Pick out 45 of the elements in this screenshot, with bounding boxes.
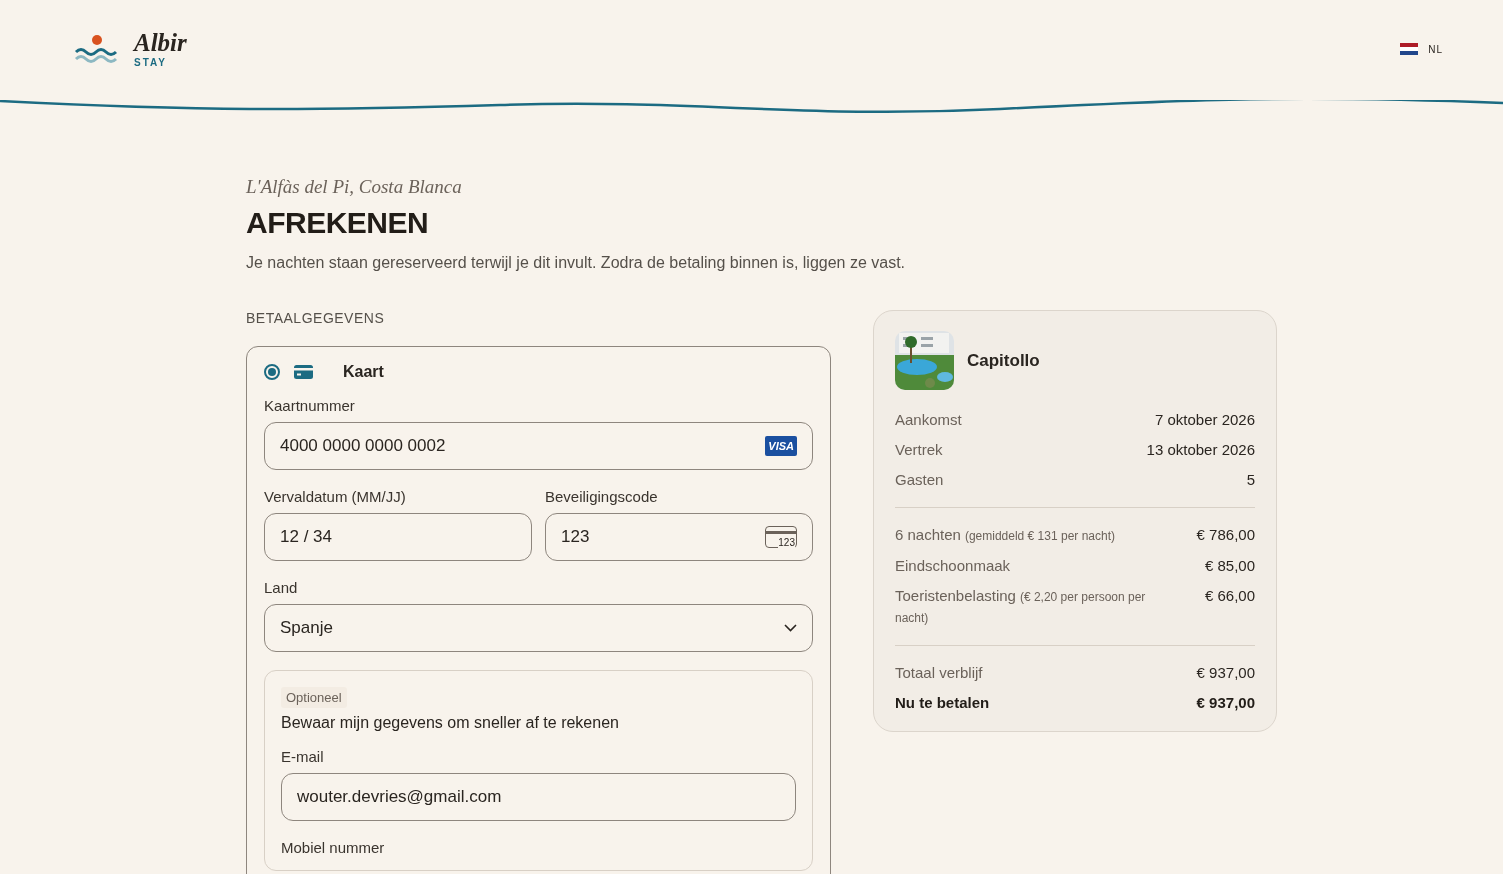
detail-label: Gasten <box>895 470 944 490</box>
subtitle-text: Je nachten staan gereserveerd terwijl je dit invult. Zodra de betaling binnen is, liggen ze vast. <box>246 254 907 272</box>
cvc-card-icon: 123 <box>765 526 797 548</box>
radio-button[interactable] <box>264 364 280 380</box>
section-label: BETAALGEGEVENS <box>246 310 386 326</box>
field-label: Beveiligingscode <box>545 488 659 505</box>
card-brand-logo: VISA <box>765 436 797 456</box>
detail-value: 13 oktober 2026 <box>1146 440 1255 460</box>
cost-label: Toeristenbelasting (€ 2,20 per persoon per nacht) <box>895 586 1147 627</box>
flag-icon <box>1400 43 1419 55</box>
cost-label: Eindschoonmaak <box>895 556 1011 576</box>
detail-value: 7 oktober 2026 <box>1154 410 1255 430</box>
detail-value: 5 <box>1246 470 1255 490</box>
total-label: Nu te betalen <box>895 693 990 713</box>
detail-label: Vertrek <box>895 440 943 460</box>
field-label: Kaartnummer <box>264 397 356 414</box>
security-code-field[interactable]: 123 123 <box>545 513 813 561</box>
page-title: AFREKENEN <box>246 206 430 240</box>
chevron-down-icon <box>784 624 797 632</box>
field-label: Mobiel nummer <box>281 839 386 856</box>
total-value: € 937,00 <box>1196 663 1255 683</box>
brand-name: Albir <box>134 30 187 56</box>
save-details-title: Bewaar mijn gegevens om sneller af te rekenen <box>281 714 620 732</box>
property-name: Capitollo <box>967 350 1040 371</box>
total-value: € 937,00 <box>1196 693 1255 713</box>
total-label: Totaal verblijf <box>895 663 983 683</box>
field-label: Land <box>264 579 299 596</box>
field-label: E-mail <box>281 748 325 765</box>
method-label: Kaart <box>343 363 384 381</box>
location-text: L'Alfàs del Pi, Costa Blanca <box>246 176 463 198</box>
sun-waves-icon <box>74 33 120 65</box>
optional-badge: Optioneel <box>281 687 347 708</box>
email-field[interactable]: wouter.devries@gmail.com <box>281 773 796 821</box>
card-number-field[interactable]: 4000 0000 0000 0002 VISA <box>264 422 813 470</box>
credit-card-icon <box>294 365 313 379</box>
detail-label: Aankomst <box>895 410 962 430</box>
cost-value: € 786,00 <box>1196 525 1255 545</box>
country-select[interactable]: Spanje <box>264 604 813 652</box>
cost-value: € 66,00 <box>1204 586 1255 606</box>
brand-tagline: STAY <box>134 57 168 68</box>
expiry-field[interactable]: 12 / 34 <box>264 513 532 561</box>
cost-label: 6 nachten (gemiddeld € 131 per nacht) <box>895 525 1115 545</box>
language-selector[interactable]: NL <box>1428 43 1443 55</box>
cost-value: € 85,00 <box>1204 556 1255 576</box>
field-label: Vervaldatum (MM/JJ) <box>264 488 407 505</box>
